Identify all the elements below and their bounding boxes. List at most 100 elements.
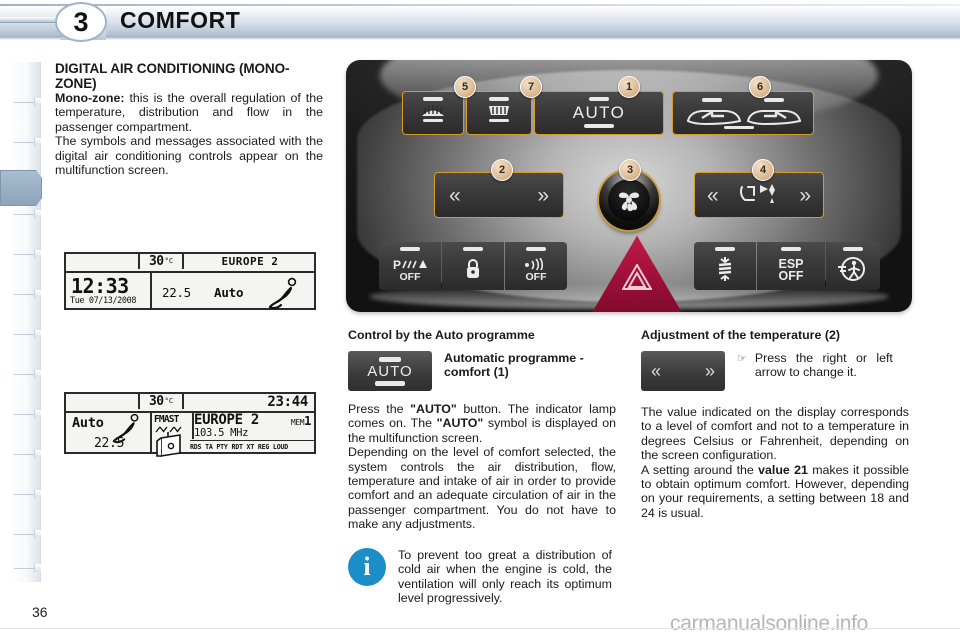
distribution-right-arrow[interactable]: » [799,185,811,206]
air-intake-buttons[interactable] [672,91,814,135]
lcd2-cabin-temp: 22.5 [94,436,125,451]
mono-zone-lead: Mono-zone: [55,91,125,105]
tab-notch [34,330,41,338]
central-locking-led [463,247,483,251]
page-title: COMFORT [120,7,241,33]
temperature-bullet-row: ☞ Press the right or left arrow to chang… [737,351,893,380]
auto-programme-heading: Control by the Auto programme [348,328,535,342]
alarm-label-group: OFF [521,257,551,283]
temperature-decrease-arrow[interactable]: « [449,185,461,206]
tab-notch [34,250,41,258]
chapter-badge: 3 [55,2,107,42]
suspension-button[interactable] [694,242,756,290]
callout-6: 6 [749,76,771,98]
temperature-paragraph-2: A setting around the value 21 makes it p… [641,463,909,521]
lcd1-cabin-temp: 22.5 [162,285,191,300]
info-icon: i [348,548,386,586]
auto-led [589,97,609,101]
rear-demist-icon [422,105,444,122]
symbols-paragraph: The symbols and messages associated with… [55,134,323,178]
auto-thumb-label: AUTO [367,362,413,380]
lcd2-memory-number: 1 [304,414,311,428]
hazard-warning-button[interactable] [590,234,684,312]
central-locking-button[interactable] [442,242,504,290]
fan-knob-face [608,179,650,221]
temperature-bullet-text: Press the right or left arrow to change … [754,351,893,380]
auto-thumb-caption: Automatic programme - comfort (1) [444,351,584,379]
temperature-increase-arrow[interactable]: » [537,185,549,206]
distribution-left-arrow[interactable]: « [707,185,719,206]
air-distribution-icon [740,184,775,203]
lcd2-frequency: 103.5 MHz [194,427,249,439]
park-assist-icon: P [393,258,427,272]
lcd1-temp-value: 30 [148,254,164,269]
lcd2-mode: Auto [72,415,104,431]
page-number: 36 [32,604,48,620]
lcd2-outside-temp: 30 °C [138,394,184,409]
lcd1-date: Tue 07/13/2008 [70,296,137,306]
lcd1-station: EUROPE 2 [221,255,279,268]
temperature-thumb-arrows: « » [641,351,725,391]
temp-p2-a: A setting around the [641,462,759,477]
pointing-hand-icon: ☞ [737,353,747,365]
auto-p1-b: "AUTO" [410,402,457,416]
lcd1-mode: Auto [214,285,244,300]
child-safety-button[interactable] [826,242,880,290]
rear-demist-button[interactable] [402,91,464,135]
tab-notch [34,490,41,498]
seat-airflow-icon [268,277,297,310]
park-assist-off-button[interactable]: P OFF [379,242,441,290]
esp-off-button[interactable]: ESP OFF [757,242,825,290]
park-assist-led [400,247,420,251]
tab-notch [34,290,41,298]
alarm-off-text: OFF [525,270,547,283]
site-watermark: carmanualsonline.info [670,612,868,635]
windscreen-demist-button[interactable] [466,91,532,135]
lcd1-outside-temp: 30 °C [138,254,184,269]
lcd2-band: FMAST [154,414,179,425]
alarm-off-button[interactable]: OFF [505,242,567,290]
lcd2-time: 23:44 [267,393,308,410]
tab-active-comfort[interactable] [0,170,42,206]
temperature-button-thumbnail: « » [641,351,725,391]
esp-led [781,247,801,251]
auto-button-label: AUTO [572,103,626,122]
park-assist-label: P OFF [393,258,427,282]
esp-label-group: ESP OFF [778,258,803,283]
callout-7: 7 [520,76,542,98]
lcd2-temp-value: 30 [148,394,164,409]
rear-demist-led [423,97,443,101]
child-safety-icon [838,257,865,281]
panel-body: 5 7 AUTO 1 6 « » 2 3 « » 4 P OFF OFF ESP… [346,60,912,312]
left-text-column: DIGITAL AIR CONDITIONING (MONO-ZONE) Mon… [55,61,323,178]
callout-2: 2 [491,159,513,181]
alarm-led [526,247,546,251]
child-safety-led [843,247,863,251]
tab-notch [34,370,41,378]
air-intake-right-led [763,98,784,102]
thumb-right-arrow: » [704,361,715,381]
temperature-paragraph-1: The value indicated on the display corre… [641,405,909,463]
tab-notch [34,210,41,218]
auto-button-thumbnail: AUTO [348,351,432,391]
lcd2-temp-unit: °C [164,396,174,405]
tab-notch [34,138,41,146]
chapter-tab-rail [0,62,42,582]
chapter-number: 3 [73,6,89,37]
header-bottom-rule [0,36,960,40]
auto-thumb-underbar [375,381,405,386]
auto-p1-d: "AUTO" [436,416,484,431]
mono-zone-paragraph: Mono-zone: this is the overall regulatio… [55,91,323,134]
hazard-warning-icon [622,263,652,290]
lcd2-memory-label: MEM [290,418,305,427]
auto-underbar [584,124,614,128]
lcd1-temp-unit: °C [164,256,174,265]
lcd1-climate-area: 22.5 Auto [152,271,314,310]
radio-antenna-icon [155,426,182,457]
section-title: DIGITAL AIR CONDITIONING (MONO-ZONE) [55,61,290,91]
info-note-text: To prevent too great a distribution of c… [398,548,612,606]
suspension-led [715,247,735,251]
fan-icon [618,192,640,212]
auto-button[interactable]: AUTO [534,91,664,135]
tab-notch [34,410,41,418]
